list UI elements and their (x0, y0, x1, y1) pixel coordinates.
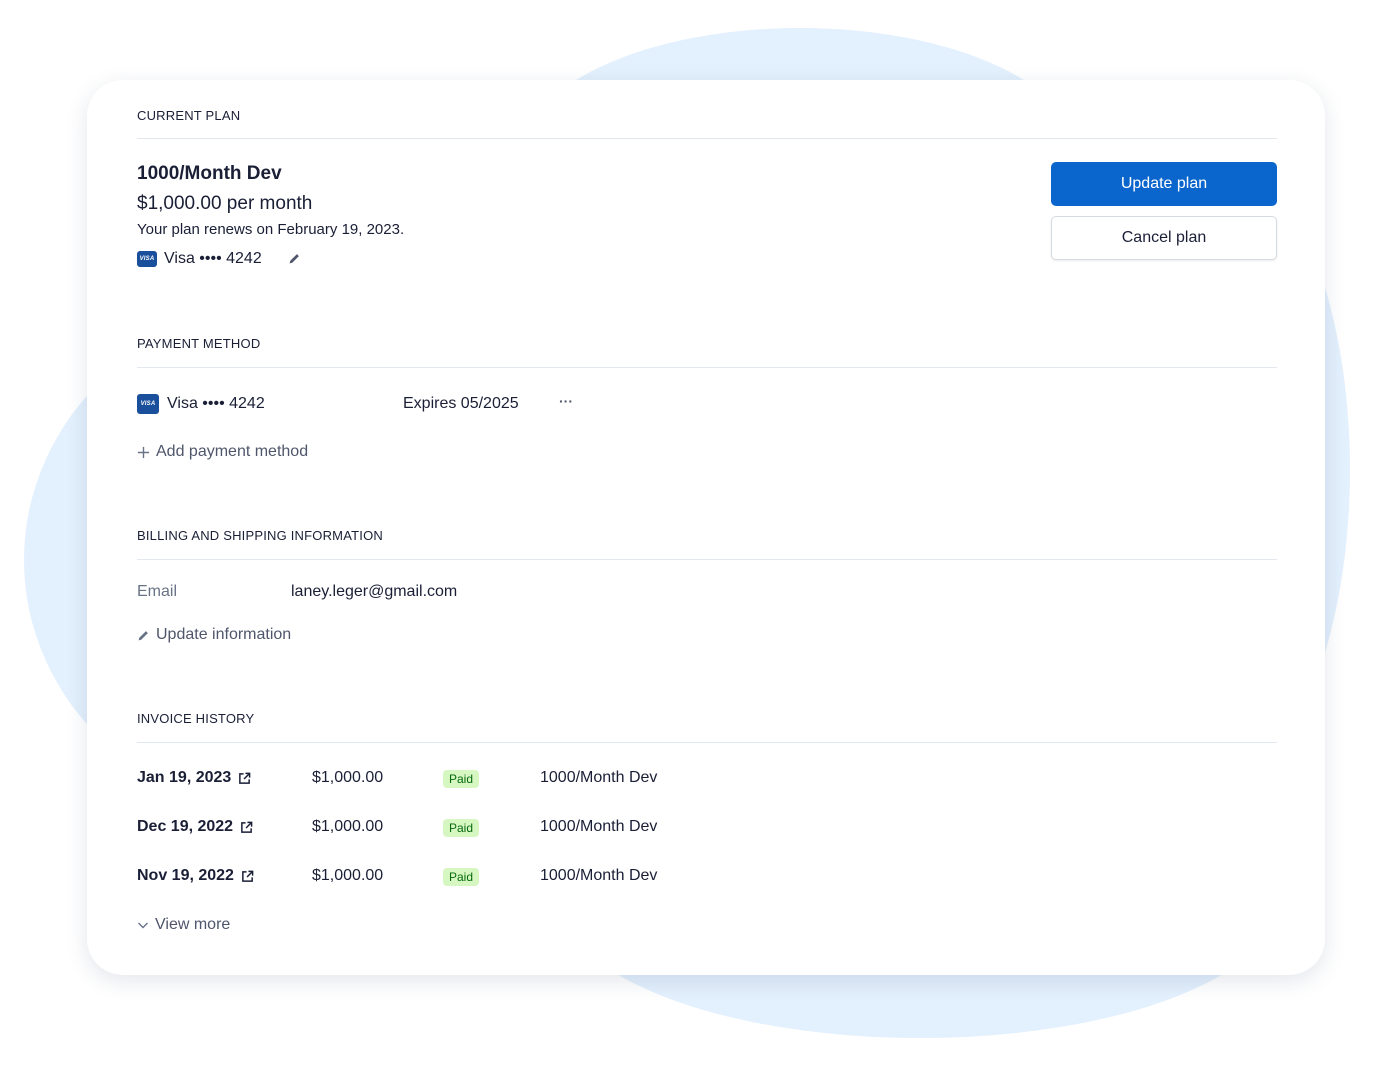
payment-method-title: PAYMENT METHOD (137, 336, 261, 351)
invoice-date: Nov 19, 2022 (137, 867, 234, 884)
view-more-button[interactable]: View more (137, 916, 230, 934)
view-more-label: View more (155, 916, 231, 933)
invoice-plan: 1000/Month Dev (540, 867, 658, 884)
status-badge: Paid (443, 770, 479, 788)
external-link-icon (238, 772, 251, 785)
pencil-icon[interactable] (288, 252, 301, 265)
plan-price: $1,000.00 per month (137, 193, 313, 214)
external-link-icon (241, 870, 254, 883)
invoice-plan: 1000/Month Dev (540, 818, 658, 835)
plan-renewal-text: Your plan renews on February 19, 2023. (137, 221, 405, 238)
chevron-down-icon (137, 919, 149, 931)
divider (137, 742, 1277, 743)
update-information-button[interactable]: Update information (137, 626, 291, 644)
plan-card-label: Visa •••• 4242 (164, 250, 262, 267)
status-badge: Paid (443, 819, 479, 837)
cancel-plan-button[interactable]: Cancel plan (1051, 216, 1277, 260)
visa-card-icon: VISA (137, 394, 159, 414)
card-expiry: Expires 05/2025 (403, 395, 519, 412)
invoice-date-link[interactable]: Dec 19, 2022 (137, 818, 253, 836)
email-label: Email (137, 583, 178, 600)
divider (137, 367, 1277, 368)
invoice-amount: $1,000.00 (312, 818, 384, 835)
update-information-label: Update information (156, 626, 292, 643)
invoice-history-title: INVOICE HISTORY (137, 711, 255, 726)
payment-card-label: Visa •••• 4242 (167, 395, 265, 412)
invoice-amount: $1,000.00 (312, 769, 384, 786)
divider (137, 138, 1277, 139)
update-plan-button[interactable]: Update plan (1051, 162, 1277, 206)
plan-name: 1000/Month Dev (137, 163, 282, 184)
invoice-date-link[interactable]: Nov 19, 2022 (137, 867, 254, 885)
plus-icon (137, 446, 150, 459)
add-payment-method-label: Add payment method (156, 443, 309, 460)
external-link-icon (240, 821, 253, 834)
add-payment-method-button[interactable]: Add payment method (137, 443, 308, 461)
invoice-plan: 1000/Month Dev (540, 769, 658, 786)
status-badge: Paid (443, 868, 479, 886)
email-value: laney.leger@gmail.com (291, 583, 458, 600)
invoice-date-link[interactable]: Jan 19, 2023 (137, 769, 251, 787)
invoice-amount: $1,000.00 (312, 867, 384, 884)
current-plan-title: CURRENT PLAN (137, 108, 241, 123)
divider (137, 559, 1277, 560)
invoice-date: Dec 19, 2022 (137, 818, 234, 835)
billing-title: BILLING AND SHIPPING INFORMATION (137, 528, 383, 543)
billing-card: CURRENT PLAN 1000/Month Dev $1,000.00 pe… (87, 80, 1325, 975)
pencil-icon (137, 629, 150, 642)
invoice-date: Jan 19, 2023 (137, 769, 232, 786)
ellipsis-icon[interactable]: ··· (559, 393, 573, 409)
visa-card-icon: VISA (137, 251, 157, 267)
